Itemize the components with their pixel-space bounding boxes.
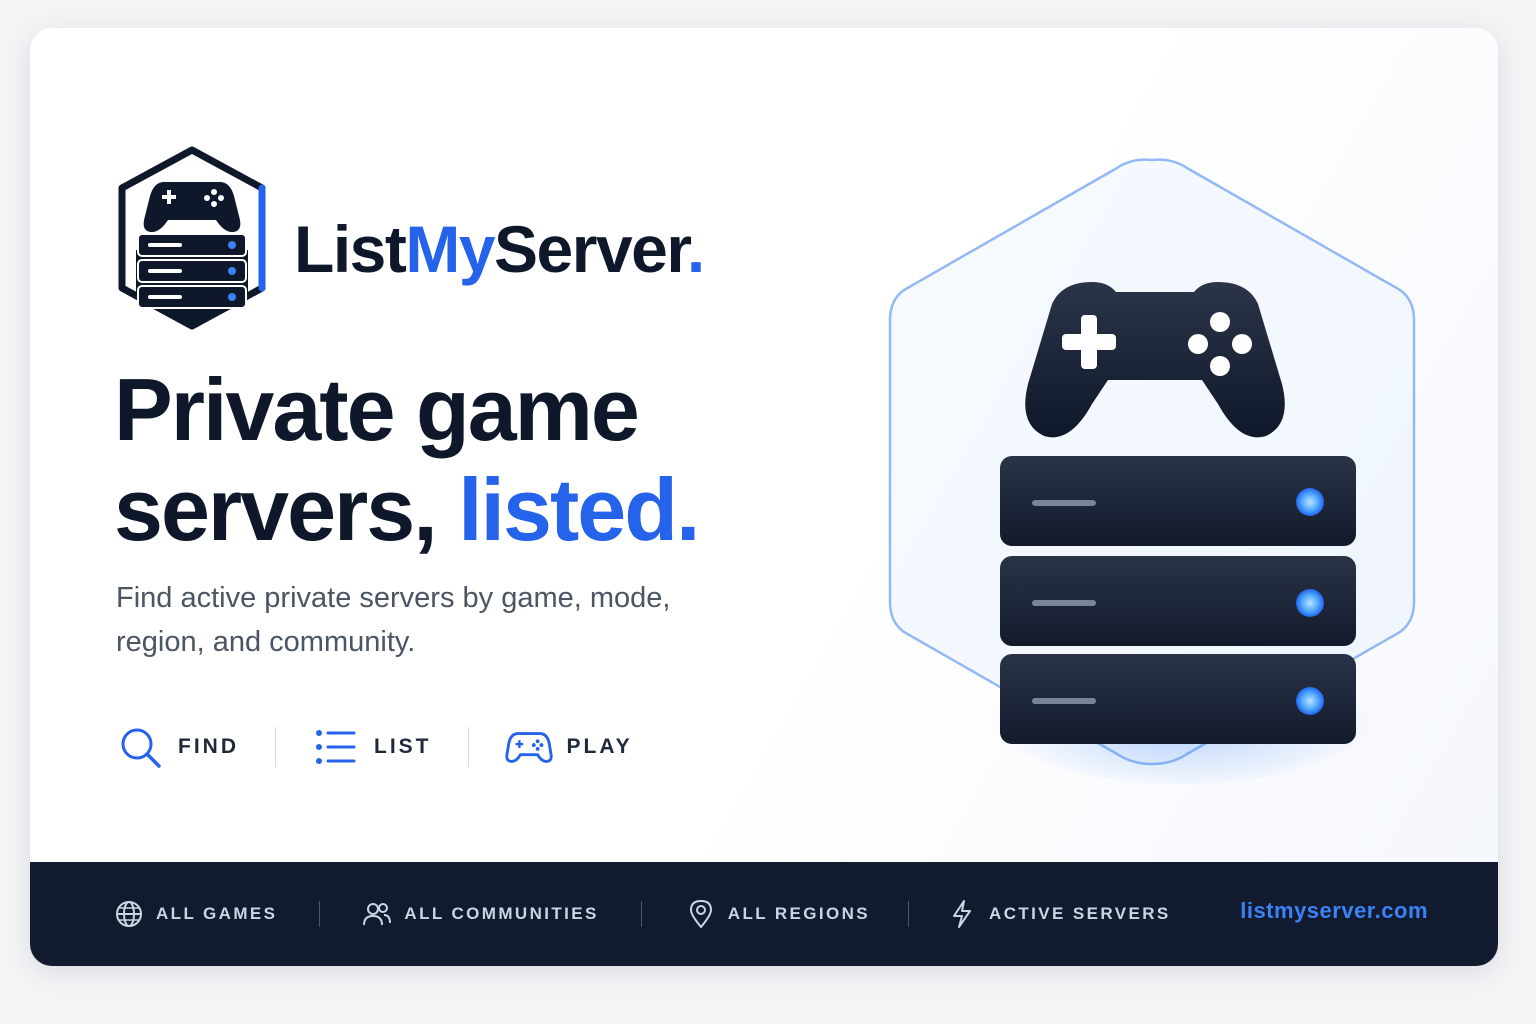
feature-list-item[interactable]: LIST <box>312 724 432 770</box>
lightning-icon <box>947 899 977 929</box>
gamepad-icon <box>504 724 553 770</box>
headline-line-2-text: servers, <box>114 460 438 559</box>
footer-item-label: ALL COMMUNITIES <box>404 904 599 923</box>
footer-bar: ALL GAMES ALL COMMUNITIES ALL REGIONS AC… <box>30 862 1498 966</box>
headline-accent: listed. <box>458 460 700 559</box>
list-icon <box>312 724 360 770</box>
server-stack-graphic <box>1000 456 1356 744</box>
globe-icon <box>114 899 144 929</box>
logo-mark-icon <box>118 146 266 330</box>
feature-play-label: PLAY <box>566 735 633 758</box>
footer-item-active-servers[interactable]: ACTIVE SERVERS <box>947 899 1171 929</box>
feature-divider <box>467 727 469 767</box>
server-gamepad-illustration <box>888 158 1416 784</box>
footer-item-all-games[interactable]: ALL GAMES <box>114 899 277 929</box>
headline-line-1: Private game <box>114 360 640 459</box>
footer-separator <box>908 901 910 927</box>
headline-line-2: servers, listed. <box>114 460 814 560</box>
brand-wordmark: ListMyServer. <box>294 216 705 282</box>
footer-separator <box>319 901 321 927</box>
location-pin-icon <box>686 899 716 929</box>
hero-card: ListMyServer. Private game servers, list… <box>30 28 1498 966</box>
brand-name-dot: . <box>686 212 705 286</box>
footer-separator <box>640 901 642 927</box>
brand-name-prefix: List <box>294 212 407 286</box>
website-link[interactable]: listmyserver.com <box>1240 898 1428 924</box>
brand-name-accent: My <box>405 212 495 286</box>
footer-item-label: ALL REGIONS <box>727 904 871 923</box>
feature-find[interactable]: FIND <box>116 724 239 770</box>
footer-item-label: ALL GAMES <box>156 904 278 923</box>
brand-name-suffix: Server <box>494 212 688 286</box>
logo[interactable]: ListMyServer. <box>114 146 734 336</box>
headline: Private game servers, listed. <box>114 360 814 560</box>
feature-list: FIND LIST PLAY <box>116 724 633 770</box>
feature-list-label: LIST <box>374 735 432 758</box>
footer-item-label: ACTIVE SERVERS <box>989 904 1171 923</box>
subtitle: Find active private servers by game, mod… <box>116 582 671 658</box>
feature-find-label: FIND <box>178 735 239 758</box>
footer-item-all-communities[interactable]: ALL COMMUNITIES <box>362 899 598 929</box>
feature-divider <box>275 727 276 767</box>
users-icon <box>362 899 392 929</box>
search-icon <box>116 724 164 770</box>
footer-item-all-regions[interactable]: ALL REGIONS <box>686 899 870 929</box>
feature-play[interactable]: PLAY <box>504 724 633 770</box>
